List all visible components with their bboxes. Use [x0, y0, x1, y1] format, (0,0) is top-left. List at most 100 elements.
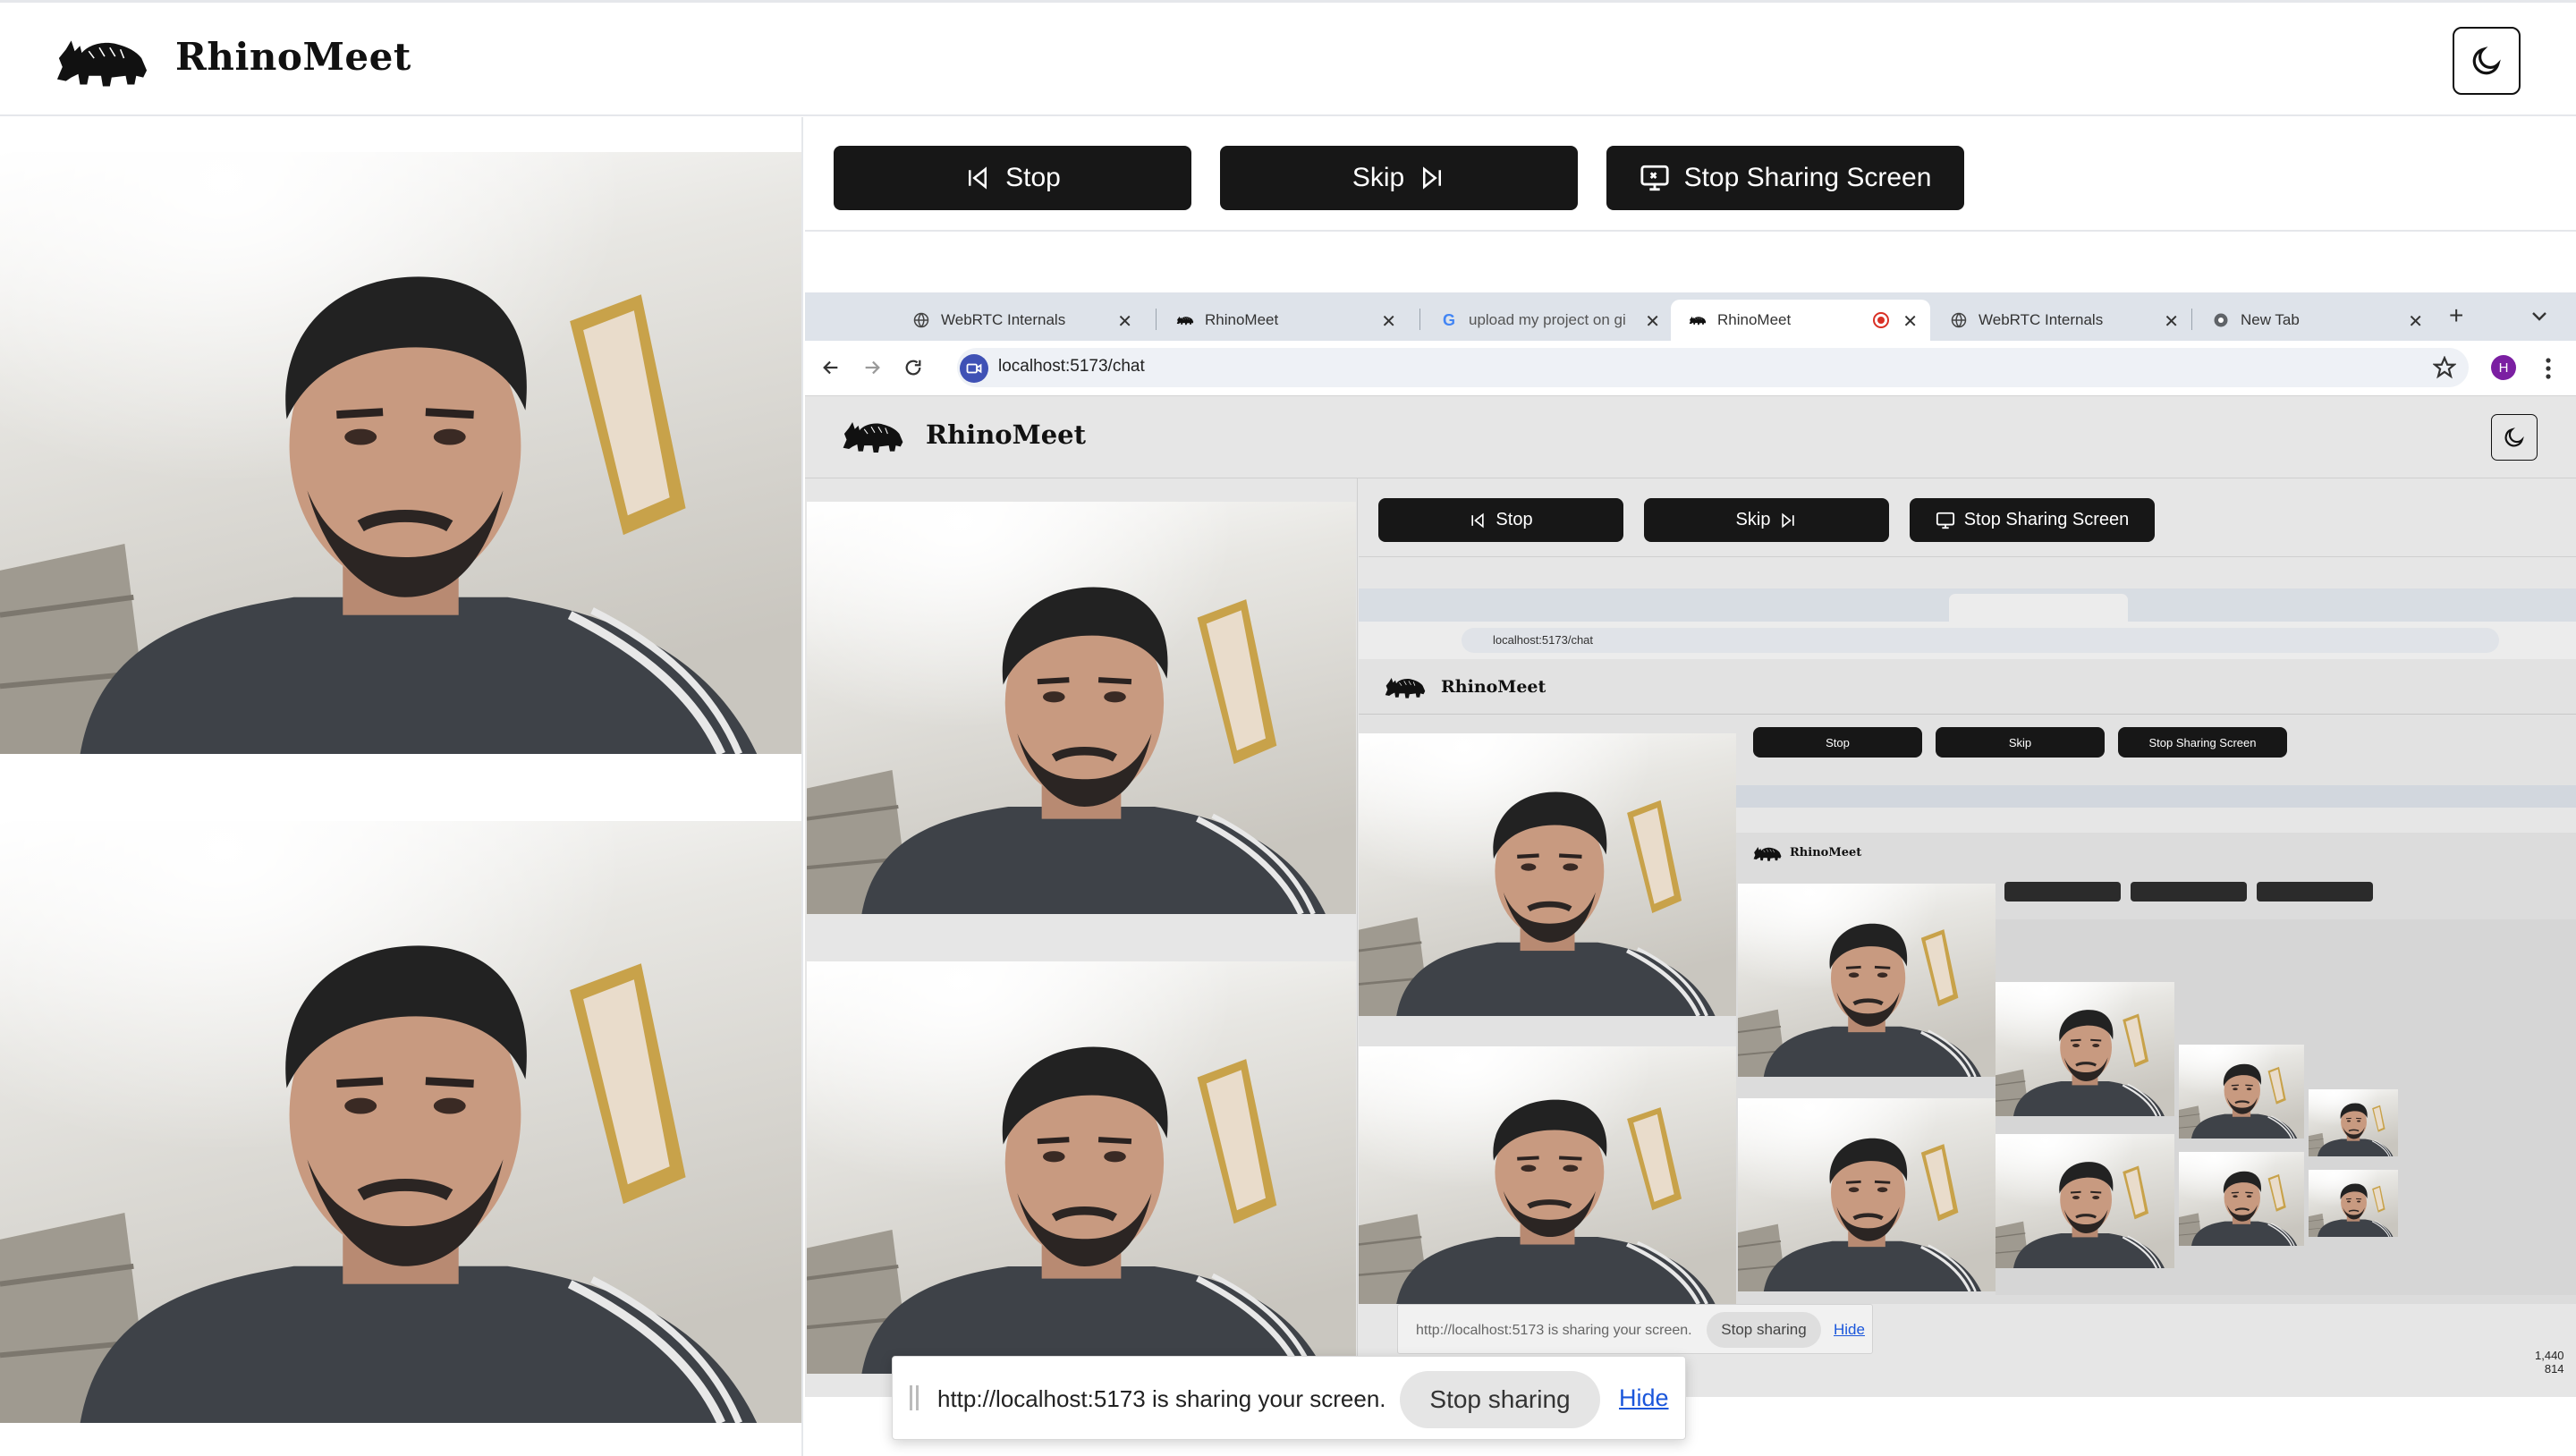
shared-stop-button[interactable]: Stop: [1378, 498, 1623, 542]
deepest-video-d: [2309, 1170, 2398, 1237]
nested-stop-button: Stop: [1753, 727, 1922, 758]
shared-controls: Stop Skip Stop Sharing Screen: [1359, 478, 2576, 557]
deeper-tab-strip: [1736, 785, 2576, 808]
deeper-stop-sharing-button: [2257, 882, 2373, 902]
new-tab-icon[interactable]: +: [2449, 301, 2463, 330]
stop-sharing-button[interactable]: Stop sharing: [1400, 1371, 1600, 1428]
deepest-video-c: [2309, 1089, 2398, 1156]
forward-arrow-icon[interactable]: [862, 358, 882, 382]
tab-divider: [1156, 309, 1157, 330]
tab-label: upload my project on gi: [1469, 311, 1626, 328]
tab-label: RhinoMeet: [1205, 311, 1279, 328]
shared-stop-sharing-screen-label: Stop Sharing Screen: [1963, 510, 2130, 529]
rhino-logo-icon: [841, 416, 905, 455]
nested-skip-button: Skip: [1936, 727, 2105, 758]
nested-stop-sharing-label: Stop Sharing Screen: [2148, 735, 2257, 749]
rhino-logo-icon: [1384, 673, 1427, 700]
stop-button[interactable]: Stop: [834, 146, 1191, 210]
nested-hide-link: Hide: [1834, 1321, 1865, 1338]
skip-label: Skip: [1352, 163, 1405, 192]
nested-stop-sharing-button: Stop Sharing Screen: [2118, 727, 2287, 758]
skip-forward-icon: [1423, 166, 1442, 190]
rhino-logo-icon: [54, 31, 150, 90]
stop-label: Stop: [1005, 163, 1061, 192]
deepest-local-video: [1996, 1134, 2174, 1268]
rhino-icon: [1689, 311, 1707, 329]
tab-search-chevron-icon[interactable]: [2531, 310, 2547, 326]
browser-tab[interactable]: WebRTC Internals ✕: [894, 300, 1145, 341]
nested-url-text: localhost:5173/chat: [1493, 633, 1594, 647]
shared-local-video: [807, 961, 1356, 1374]
rhino-logo-icon: [1752, 844, 1783, 862]
screen-share-off-icon: [1640, 165, 1669, 191]
skip-button[interactable]: Skip: [1220, 146, 1578, 210]
browser-tab[interactable]: G upload my project on gi ✕: [1422, 300, 1673, 341]
screen-size-readout: 1,440 814: [2535, 1349, 2564, 1376]
nested-local-video: [1359, 1046, 1736, 1304]
stop-sharing-screen-button[interactable]: Stop Sharing Screen: [1606, 146, 1964, 210]
tab-label: New Tab: [2241, 311, 2300, 328]
browser-tab[interactable]: RhinoMeet ✕: [1158, 300, 1409, 341]
nested-address-bar: localhost:5173/chat: [1359, 622, 2576, 659]
google-icon: G: [1442, 310, 1455, 329]
recording-indicator-icon: [1873, 312, 1889, 328]
nested-shared-screen: localhost:5173/chat RhinoMeet Stop Skip …: [1359, 588, 2576, 1304]
hide-link[interactable]: Hide: [1619, 1384, 1669, 1412]
deeper-app-title: RhinoMeet: [1790, 846, 1862, 859]
call-controls: Stop Skip Stop Sharing Screen: [805, 117, 2576, 232]
close-tab-icon[interactable]: ✕: [1645, 310, 1660, 333]
moon-icon: [2472, 47, 2501, 75]
drag-handle-icon[interactable]: [909, 1385, 919, 1410]
close-tab-icon[interactable]: ✕: [2164, 310, 2179, 333]
profile-avatar[interactable]: H: [2491, 355, 2516, 380]
browser-tab-active[interactable]: RhinoMeet ✕: [1671, 300, 1930, 341]
nested-sharing-text: http://localhost:5173 is sharing your sc…: [1416, 1323, 1692, 1338]
screen-height-value: 814: [2544, 1362, 2564, 1376]
shared-stop-sharing-screen-button[interactable]: Stop Sharing Screen: [1910, 498, 2155, 542]
nested-app-title: RhinoMeet: [1441, 677, 1546, 697]
deeper-skip-button: [2131, 882, 2247, 902]
site-camera-icon[interactable]: [960, 354, 988, 383]
tab-label: WebRTC Internals: [1979, 311, 2104, 328]
local-video: [0, 821, 801, 1423]
shared-skip-button[interactable]: Skip: [1644, 498, 1889, 542]
rhino-icon: [1176, 311, 1194, 329]
shared-stop-label: Stop: [1496, 510, 1533, 529]
app-title: RhinoMeet: [175, 35, 411, 79]
nested-tab-strip: [1359, 588, 2576, 622]
deeper-remote-video: [1738, 884, 1996, 1077]
browser-address-bar: localhost:5173/chat H: [805, 341, 2576, 396]
nested-sharing-notification: http://localhost:5173 is sharing your sc…: [1397, 1304, 1873, 1354]
close-tab-icon[interactable]: ✕: [1117, 310, 1132, 333]
skip-back-icon: [969, 166, 987, 190]
deepest-remote-video: [1996, 982, 2174, 1116]
reload-icon[interactable]: [903, 358, 923, 382]
app-header: RhinoMeet: [0, 3, 2576, 116]
browser-tab-strip: WebRTC Internals ✕ RhinoMeet ✕ G upload …: [805, 292, 2576, 341]
nested-url-field: [1462, 628, 2499, 653]
chrome-icon: [2212, 311, 2230, 329]
video-column: [0, 117, 803, 1456]
shared-screen-view: WebRTC Internals ✕ RhinoMeet ✕ G upload …: [805, 292, 2576, 1397]
shared-app-header: RhinoMeet: [805, 396, 2576, 478]
browser-tab[interactable]: New Tab ✕: [2194, 300, 2436, 341]
stop-sharing-label: Stop sharing: [1429, 1385, 1571, 1413]
close-tab-icon[interactable]: ✕: [1381, 310, 1396, 333]
nested-app-header: RhinoMeet: [1359, 659, 2576, 715]
deeper-address-bar: [1736, 808, 2576, 833]
back-arrow-icon[interactable]: [821, 358, 841, 382]
moon-icon: [2504, 427, 2524, 447]
screen-sharing-notification: http://localhost:5173 is sharing your sc…: [892, 1356, 1686, 1440]
browser-tab[interactable]: WebRTC Internals ✕: [1932, 300, 2191, 341]
nested-stop-label: Stop: [1826, 735, 1850, 749]
shared-theme-toggle-button[interactable]: [2491, 414, 2538, 461]
tab-divider: [1419, 309, 1420, 330]
close-tab-icon[interactable]: ✕: [1902, 310, 1918, 333]
deeper-local-video: [1738, 1098, 1996, 1291]
deepest-video-a: [2179, 1045, 2304, 1139]
close-tab-icon[interactable]: ✕: [2408, 310, 2423, 333]
url-field[interactable]: [957, 348, 2469, 387]
browser-menu-icon[interactable]: [2546, 357, 2551, 385]
bookmark-star-icon[interactable]: [2432, 355, 2457, 384]
theme-toggle-button[interactable]: [2453, 27, 2521, 95]
